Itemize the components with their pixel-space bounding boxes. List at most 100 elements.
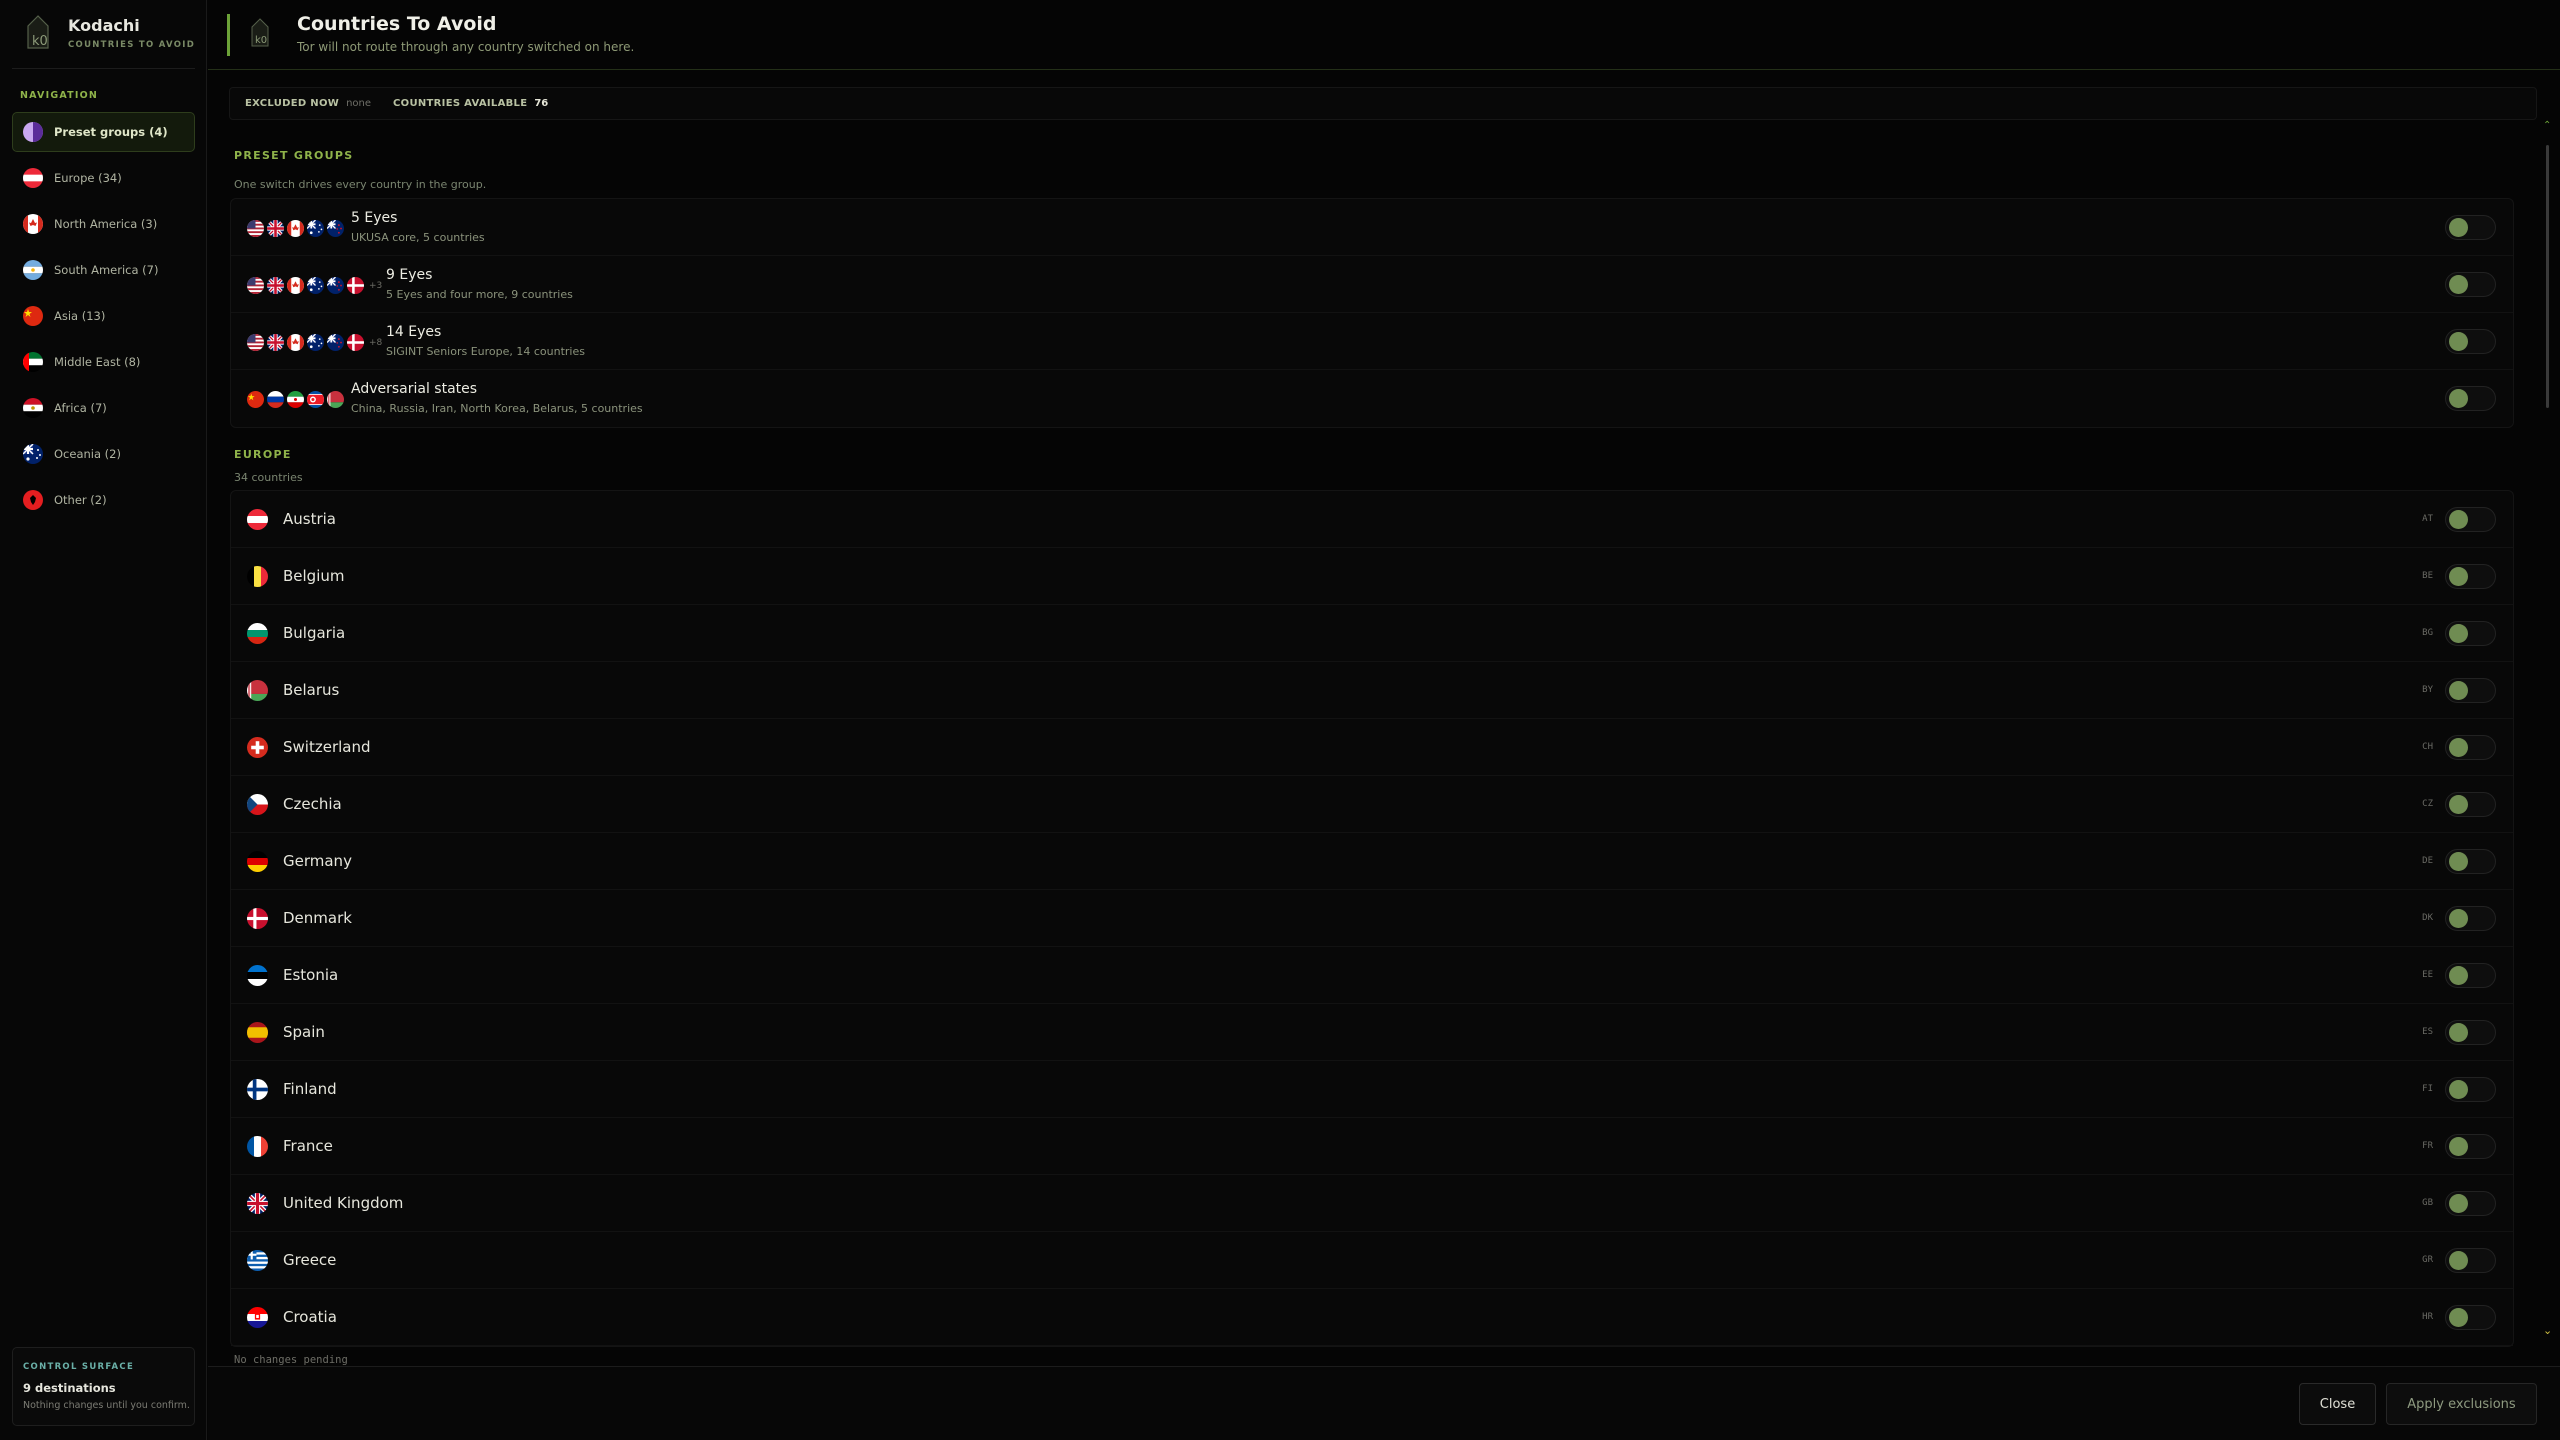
- country-name: Germany: [283, 852, 352, 870]
- country-row: Switzerland CH: [231, 719, 2513, 776]
- country-toggle[interactable]: [2445, 1248, 2496, 1273]
- country-name: Belgium: [283, 567, 345, 585]
- footer: Close Apply exclusions: [208, 1366, 2560, 1440]
- us-flag-icon: [247, 220, 264, 237]
- preset-group-toggle[interactable]: [2445, 215, 2496, 240]
- country-row: Bulgaria BG: [231, 605, 2513, 662]
- country-code: BY: [2422, 685, 2433, 695]
- gr-flag-icon: [247, 1250, 268, 1271]
- other-flag-icon: [23, 490, 43, 510]
- hr-flag-icon: [247, 1307, 268, 1328]
- toggle-knob: [2449, 1137, 2468, 1156]
- toggle-knob: [2449, 681, 2468, 700]
- country-row: Finland FI: [231, 1061, 2513, 1118]
- sidebar-item-label: South America (7): [54, 263, 159, 277]
- dk-flag-icon: [347, 277, 364, 294]
- country-name: Denmark: [283, 909, 352, 927]
- country-name: Finland: [283, 1080, 337, 1098]
- sidebar-item-asia[interactable]: Asia (13): [12, 296, 195, 336]
- country-toggle[interactable]: [2445, 792, 2496, 817]
- svg-text:k0: k0: [255, 35, 267, 46]
- country-name: Spain: [283, 1023, 325, 1041]
- country-toggle[interactable]: [2445, 906, 2496, 931]
- brand: k0 Kodachi COUNTRIES TO AVOID: [22, 14, 202, 60]
- scrollbar-thumb[interactable]: [2546, 145, 2549, 408]
- gb-flag-icon: [267, 277, 284, 294]
- sidebar-item-oceania[interactable]: Oceania (2): [12, 434, 195, 474]
- country-toggle[interactable]: [2445, 963, 2496, 988]
- toggle-knob: [2449, 1080, 2468, 1099]
- europe-heading: EUROPE: [234, 448, 292, 461]
- nav-list: Preset groups (4) Europe (34) North Americ…: [12, 112, 195, 526]
- sidebar-item-north-america[interactable]: North America (3): [12, 204, 195, 244]
- nz-flag-icon: [327, 277, 344, 294]
- preset-group-description: China, Russia, Iran, North Korea, Belaru…: [351, 402, 643, 415]
- sidebar-item-label: North America (3): [54, 217, 158, 231]
- control-surface-panel: CONTROL SURFACE 9 destinations Nothing c…: [12, 1347, 195, 1426]
- sidebar-item-label: Preset groups (4): [54, 125, 168, 139]
- preset-group-more-count: +8: [369, 337, 383, 348]
- sidebar-item-preset-groups[interactable]: Preset groups (4): [12, 112, 195, 152]
- preset-group-flags: +8: [247, 334, 382, 351]
- country-toggle[interactable]: [2445, 678, 2496, 703]
- sidebar-item-other[interactable]: Other (2): [12, 480, 195, 520]
- us-flag-icon: [247, 277, 264, 294]
- preset-group-toggle[interactable]: [2445, 386, 2496, 411]
- country-code: FI: [2422, 1084, 2433, 1094]
- country-toggle[interactable]: [2445, 1305, 2496, 1330]
- sidebar-item-europe[interactable]: Europe (34): [12, 158, 195, 198]
- dk-flag-icon: [247, 908, 268, 929]
- ir-flag-icon: [287, 391, 304, 408]
- country-toggle[interactable]: [2445, 1191, 2496, 1216]
- country-toggle[interactable]: [2445, 1134, 2496, 1159]
- country-name: United Kingdom: [283, 1194, 404, 1212]
- toggle-knob: [2449, 275, 2468, 294]
- divider: [12, 68, 195, 69]
- preset-group-toggle[interactable]: [2445, 329, 2496, 354]
- preset-groups-heading: PRESET GROUPS: [234, 149, 354, 162]
- country-toggle[interactable]: [2445, 735, 2496, 760]
- oceania-flag-icon: [23, 444, 43, 464]
- sidebar-item-label: Middle East (8): [54, 355, 141, 369]
- main-content: PRESET GROUPS One switch drives every co…: [208, 140, 2538, 1358]
- country-code: DE: [2422, 856, 2433, 866]
- toggle-knob: [2449, 909, 2468, 928]
- preset-group-description: UKUSA core, 5 countries: [351, 231, 485, 244]
- preset-group-flags: [247, 391, 347, 408]
- kp-flag-icon: [307, 391, 324, 408]
- sidebar-item-south-america[interactable]: South America (7): [12, 250, 195, 290]
- apply-exclusions-button[interactable]: Apply exclusions: [2386, 1383, 2537, 1425]
- control-surface-heading: CONTROL SURFACE: [23, 1362, 135, 1372]
- country-name: Switzerland: [283, 738, 371, 756]
- preset-group-toggle[interactable]: [2445, 272, 2496, 297]
- country-name: France: [283, 1137, 333, 1155]
- au-flag-icon: [307, 277, 324, 294]
- preset-group-row: 5 Eyes UKUSA core, 5 countries: [231, 199, 2513, 256]
- preset-group-flags: [247, 220, 347, 237]
- middle-east-flag-icon: [23, 352, 43, 372]
- close-button[interactable]: Close: [2299, 1383, 2376, 1425]
- country-toggle[interactable]: [2445, 1077, 2496, 1102]
- country-toggle[interactable]: [2445, 564, 2496, 589]
- by-flag-icon: [327, 391, 344, 408]
- scroll-down-icon[interactable]: ⌄: [2543, 1324, 2552, 1337]
- toggle-knob: [2449, 389, 2468, 408]
- country-toggle[interactable]: [2445, 507, 2496, 532]
- header-accent-bar: [227, 14, 230, 56]
- country-toggle[interactable]: [2445, 621, 2496, 646]
- preset-group-flags: +3: [247, 277, 382, 294]
- sidebar-item-middle-east[interactable]: Middle East (8): [12, 342, 195, 382]
- country-row: Spain ES: [231, 1004, 2513, 1061]
- country-toggle[interactable]: [2445, 849, 2496, 874]
- scroll-up-icon[interactable]: ⌃: [2543, 120, 2551, 131]
- country-name: Greece: [283, 1251, 337, 1269]
- excluded-value: none: [346, 98, 372, 109]
- country-toggle[interactable]: [2445, 1020, 2496, 1045]
- country-row: Denmark DK: [231, 890, 2513, 947]
- toggle-knob: [2449, 738, 2468, 757]
- sidebar-item-africa[interactable]: Africa (7): [12, 388, 195, 428]
- de-flag-icon: [247, 851, 268, 872]
- ca-flag-icon: [287, 334, 304, 351]
- country-code: DK: [2422, 913, 2433, 923]
- be-flag-icon: [247, 566, 268, 587]
